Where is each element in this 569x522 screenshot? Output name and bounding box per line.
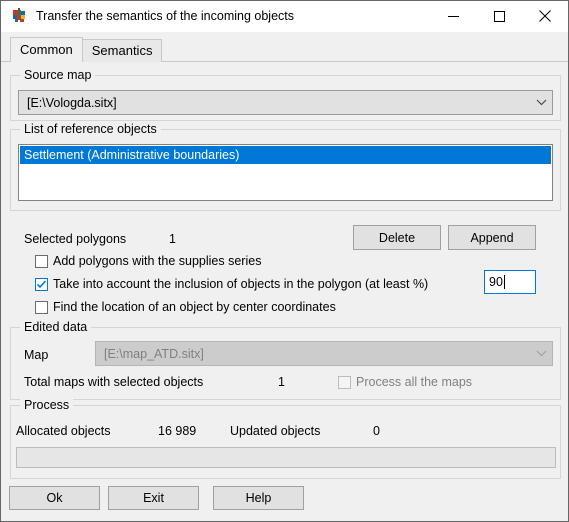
tab-common[interactable]: Common xyxy=(10,37,83,62)
delete-button-label: Delete xyxy=(378,230,416,245)
edited-data-group-title: Edited data xyxy=(20,320,92,334)
selected-polygons-value: 1 xyxy=(169,232,176,246)
checkbox-find-location-center-label: Find the location of an object by center… xyxy=(53,300,336,314)
checkbox-find-location-center[interactable]: Find the location of an object by center… xyxy=(35,299,336,315)
total-maps-value: 1 xyxy=(278,375,285,389)
window-title: Transfer the semantics of the incoming o… xyxy=(36,9,294,23)
minimize-icon[interactable] xyxy=(430,1,476,31)
list-item-label: Settlement (Administrative boundaries) xyxy=(24,148,240,162)
text-caret xyxy=(503,275,505,289)
allocated-objects-label: Allocated objects xyxy=(16,424,111,438)
edited-map-label: Map xyxy=(24,348,49,362)
checkbox-box xyxy=(35,277,48,291)
source-map-group-title: Source map xyxy=(20,68,96,82)
list-item[interactable]: Settlement (Administrative boundaries) xyxy=(20,146,551,164)
progress-bar xyxy=(16,447,556,468)
window-controls xyxy=(430,1,568,31)
tab-common-label: Common xyxy=(20,42,73,57)
maximize-icon[interactable] xyxy=(476,1,522,31)
delete-button[interactable]: Delete xyxy=(353,225,441,250)
updated-objects-label: Updated objects xyxy=(230,424,321,438)
tab-semantics[interactable]: Semantics xyxy=(81,39,163,62)
append-button-label: Append xyxy=(470,230,514,245)
reference-objects-list[interactable]: Settlement (Administrative boundaries) xyxy=(18,144,553,201)
allocated-objects-value: 16 989 xyxy=(158,424,197,438)
dialog-window: Transfer the semantics of the incoming o… xyxy=(0,0,569,522)
checkbox-process-all-maps-label: Process all the maps xyxy=(356,375,473,389)
checkbox-add-polygons-supplies[interactable]: Add polygons with the supplies series xyxy=(35,253,261,269)
edited-map-combo: [E:\map_ATD.sitx] xyxy=(95,341,553,366)
help-button[interactable]: Help xyxy=(213,486,304,510)
title-bar: Transfer the semantics of the incoming o… xyxy=(1,1,568,32)
tab-semantics-label: Semantics xyxy=(91,43,153,58)
source-map-combo[interactable]: [E:\Vologda.sitx] xyxy=(18,90,553,115)
inclusion-percent-input[interactable]: 90 xyxy=(484,270,536,294)
checkbox-add-polygons-supplies-label: Add polygons with the supplies series xyxy=(53,254,262,268)
tab-content-common: Source map [E:\Vologda.sitx] List of ref… xyxy=(1,61,568,479)
chevron-down-icon xyxy=(530,99,552,106)
chevron-down-icon xyxy=(530,350,552,357)
checkbox-process-all-maps: Process all the maps xyxy=(338,374,472,390)
total-maps-label: Total maps with selected objects xyxy=(24,375,204,389)
ok-button[interactable]: Ok xyxy=(9,486,100,510)
dialog-footer: Ok Exit Help xyxy=(1,479,568,521)
exit-button-label: Exit xyxy=(143,491,164,505)
inclusion-percent-value: 90 xyxy=(489,275,503,289)
process-group-title: Process xyxy=(20,398,74,412)
checkbox-take-into-account-inclusion-label: Take into account the inclusion of objec… xyxy=(53,277,429,291)
help-button-label: Help xyxy=(245,491,272,505)
selected-polygons-label: Selected polygons xyxy=(24,232,127,246)
checkbox-box xyxy=(35,300,48,314)
map-globe-icon xyxy=(11,8,27,24)
checkbox-box xyxy=(338,375,351,389)
exit-button[interactable]: Exit xyxy=(108,486,199,510)
append-button[interactable]: Append xyxy=(448,225,536,250)
reference-objects-group-title: List of reference objects xyxy=(20,122,161,136)
close-icon[interactable] xyxy=(522,1,568,31)
updated-objects-value: 0 xyxy=(373,424,380,438)
edited-map-combo-value: [E:\map_ATD.sitx] xyxy=(104,346,204,361)
source-map-combo-value: [E:\Vologda.sitx] xyxy=(27,95,117,110)
tab-strip: Common Semantics xyxy=(1,37,568,62)
ok-button-label: Ok xyxy=(46,491,63,505)
checkbox-box xyxy=(35,254,48,268)
checkbox-take-into-account-inclusion[interactable]: Take into account the inclusion of objec… xyxy=(35,276,428,292)
